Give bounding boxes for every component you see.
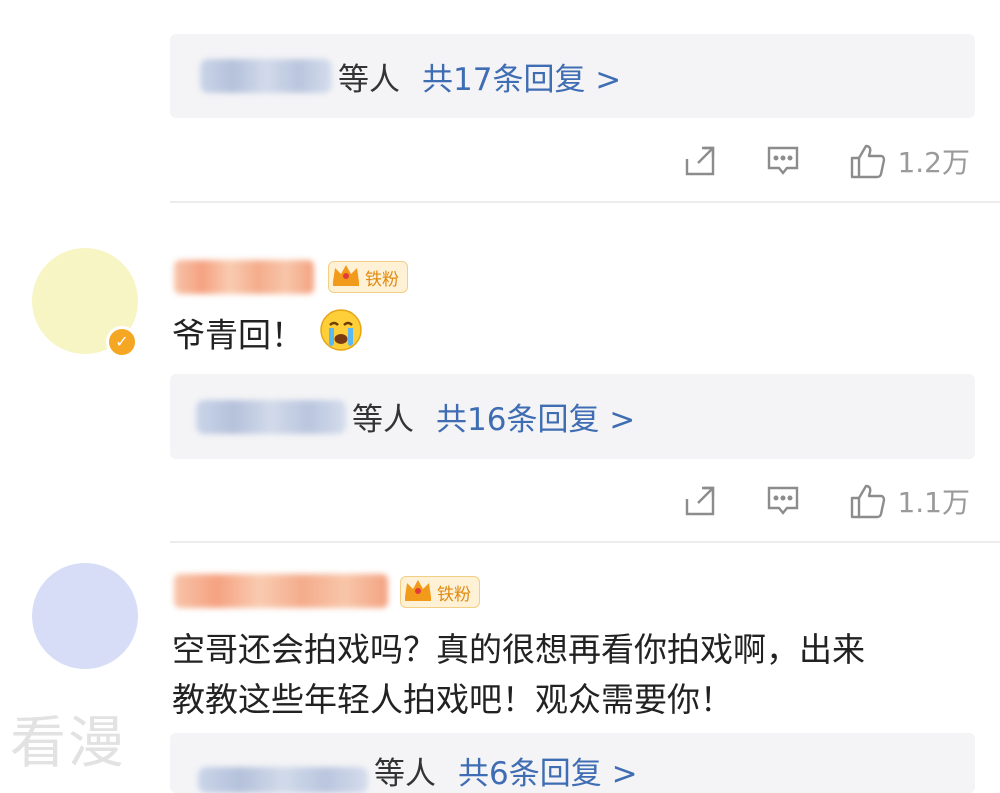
blurred-username[interactable]: [174, 260, 314, 294]
crown-icon: [331, 262, 361, 293]
comment-text: 爷青回！: [172, 308, 363, 366]
fan-badge-label: 铁粉: [437, 584, 471, 605]
thumbs-up-icon: [849, 142, 887, 180]
view-replies-link[interactable]: 共17条回复 >: [422, 54, 621, 99]
comment-line: 空哥还会拍戏吗？真的很想再看你拍戏啊，出来: [172, 630, 865, 669]
fan-badge: 铁粉: [328, 261, 408, 293]
comment-line: 教教这些年轻人拍戏吧！观众需要你！: [172, 680, 733, 719]
blurred-username[interactable]: [174, 574, 388, 608]
thread-divider: [170, 201, 1000, 203]
like-button[interactable]: 1.1万: [849, 481, 970, 521]
thread-divider: [170, 541, 1000, 543]
share-button[interactable]: [683, 484, 717, 518]
thumbs-up-icon: [849, 482, 887, 520]
like-count: 1.2万: [897, 146, 970, 179]
action-bar: 1.1万: [683, 480, 970, 522]
reply-summary-suffix: 等人: [352, 402, 414, 438]
fan-badge: 铁粉: [400, 576, 480, 608]
blurred-usernames: [200, 59, 332, 93]
crown-icon: [403, 577, 433, 608]
comment-icon: [765, 144, 801, 178]
comment-button[interactable]: [765, 484, 801, 518]
comment-body: 爷青回！: [172, 315, 304, 355]
comment-button[interactable]: [765, 144, 801, 178]
reply-summary-box[interactable]: 等人 共17条回复 >: [170, 34, 975, 118]
avatar[interactable]: [32, 563, 138, 669]
reply-summary-suffix: 等人: [338, 61, 400, 98]
share-icon: [683, 484, 717, 518]
share-button[interactable]: [683, 144, 717, 178]
comment-icon: [765, 484, 801, 518]
verified-badge-icon: ✓: [106, 326, 138, 358]
view-replies-link[interactable]: 共16条回复 >: [436, 394, 635, 439]
reply-summary-box[interactable]: 等人 共6条回复 >: [170, 733, 975, 793]
like-button[interactable]: 1.2万: [849, 141, 970, 181]
comment-text: 空哥还会拍戏吗？真的很想再看你拍戏啊，出来 教教这些年轻人拍戏吧！观众需要你！: [172, 625, 865, 725]
reply-summary-box[interactable]: 等人 共16条回复 >: [170, 374, 975, 459]
watermark: 看漫: [10, 711, 126, 776]
fan-badge-label: 铁粉: [365, 269, 399, 290]
like-count: 1.1万: [897, 486, 970, 519]
share-icon: [683, 144, 717, 178]
blurred-usernames: [196, 399, 346, 434]
crying-face-icon: [319, 308, 363, 366]
action-bar: 1.2万: [683, 140, 970, 182]
